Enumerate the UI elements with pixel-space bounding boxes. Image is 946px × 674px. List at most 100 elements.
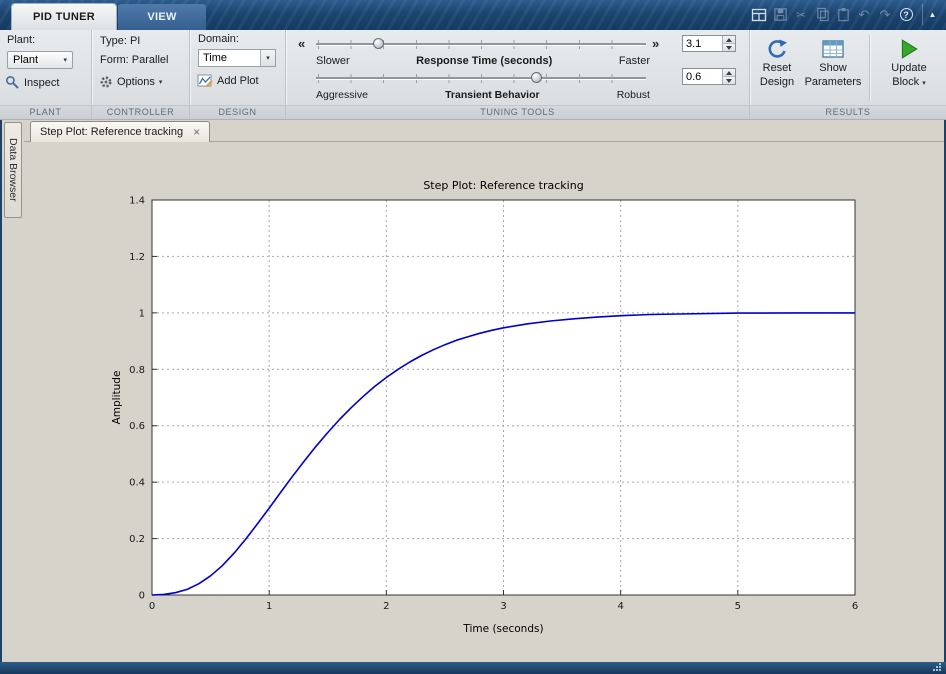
save-button[interactable]: [770, 4, 790, 25]
response-time-increase-button[interactable]: »: [652, 37, 659, 51]
collapse-toolstrip-icon: ▲: [928, 10, 937, 19]
collapse-toolstrip-button[interactable]: ▲: [922, 4, 942, 25]
toolstrip-tabbar: PID TUNER VIEW ✂ ↶ ↷ ? ▲: [0, 0, 946, 30]
section-label-controller: CONTROLLER: [92, 105, 189, 119]
copy-button[interactable]: [812, 4, 832, 25]
layout-icon: [751, 8, 767, 21]
svg-text:3: 3: [500, 601, 506, 612]
options-button[interactable]: Options ▾: [99, 75, 162, 89]
svg-text:1.4: 1.4: [129, 196, 145, 207]
paste-icon: [837, 7, 849, 22]
transient-behavior-slider[interactable]: [316, 71, 646, 86]
svg-text:4: 4: [617, 601, 623, 612]
show-parameters-button[interactable]: Show Parameters: [802, 33, 864, 103]
transient-spin-up[interactable]: [723, 69, 735, 76]
tab-pid-tuner-label: PID TUNER: [33, 11, 95, 23]
section-label-results: RESULTS: [750, 105, 946, 119]
transient-spin-down[interactable]: [723, 76, 735, 84]
section-design: Domain: Time ▾ Add Plot DESIGN: [190, 30, 286, 119]
step-plot-tab[interactable]: Step Plot: Reference tracking ×: [30, 121, 211, 142]
response-time-spin-up[interactable]: [723, 36, 735, 43]
toolstrip-ribbon: Plant: Plant ▾ Inspect PLANT Type: PI Fo…: [0, 30, 946, 120]
svg-text:0: 0: [149, 601, 155, 612]
response-time-input[interactable]: [683, 36, 722, 51]
resize-grip-icon[interactable]: [933, 663, 942, 672]
response-time-slider-thumb[interactable]: [372, 38, 384, 49]
svg-text:1: 1: [266, 601, 272, 612]
tab-view[interactable]: VIEW: [118, 4, 206, 30]
cut-icon: ✂: [795, 7, 807, 22]
form-label: Form:: [100, 54, 129, 66]
close-icon[interactable]: ×: [193, 126, 200, 138]
magnifier-icon: [6, 76, 19, 89]
svg-text:0.4: 0.4: [129, 478, 145, 489]
section-label-tuning-tools: TUNING TOOLS: [286, 105, 749, 119]
paste-button[interactable]: [833, 4, 853, 25]
svg-text:2: 2: [383, 601, 389, 612]
response-time-decrease-button[interactable]: «: [298, 37, 305, 51]
response-time-labels: Slower Response Time (seconds) Faster: [316, 55, 650, 67]
update-block-label-2: Block ▾: [892, 76, 926, 88]
svg-text:6: 6: [852, 601, 858, 612]
step-plot-figure: 0 1 2 3 4 5 6 0 0.2 0.4 0.6 0.8 1 1.2 1.4 Step Plot: Re…: [111, 179, 858, 635]
type-label: Type:: [100, 35, 127, 47]
domain-value: Time: [203, 52, 228, 64]
document-tabbar: Step Plot: Reference tracking ×: [24, 120, 944, 142]
show-parameters-icon: [822, 40, 844, 58]
add-plot-label: Add Plot: [217, 75, 259, 87]
slower-label: Slower: [316, 55, 350, 67]
svg-text:Amplitude: Amplitude: [111, 371, 123, 425]
tab-view-label: VIEW: [147, 11, 177, 23]
cut-button[interactable]: ✂: [791, 4, 811, 25]
quick-access-toolbar: ✂ ↶ ↷ ?: [749, 4, 916, 25]
response-time-slider[interactable]: [316, 37, 646, 52]
svg-text:5: 5: [735, 601, 741, 612]
svg-text:0: 0: [139, 591, 145, 602]
gear-icon: [100, 76, 112, 88]
transient-behavior-title: Transient Behavior: [445, 89, 540, 101]
section-tuning-tools: « » Slower Response Time (seconds) F: [286, 30, 750, 119]
undo-button[interactable]: ↶: [854, 4, 874, 25]
triangle-up-icon: [726, 70, 732, 75]
inspect-button[interactable]: Inspect: [5, 75, 59, 90]
chevron-right-icon: »: [652, 36, 660, 51]
plant-dropdown[interactable]: Plant ▾: [7, 51, 73, 69]
step-plot-tab-label: Step Plot: Reference tracking: [40, 126, 184, 138]
reset-design-label-2: Design: [759, 76, 795, 88]
transient-behavior-spinner: [682, 68, 736, 85]
svg-text:Step Plot: Reference tracking: Step Plot: Reference tracking: [423, 179, 583, 192]
response-time-spin-buttons: [722, 36, 735, 51]
chevron-down-icon: ▾: [260, 50, 275, 66]
document-area: Data Browser Step Plot: Reference tracki…: [0, 120, 946, 662]
svg-text:1.2: 1.2: [129, 252, 145, 263]
layout-button[interactable]: [749, 4, 769, 25]
add-plot-icon: [197, 74, 213, 88]
update-block-button[interactable]: Update Block ▾: [876, 33, 942, 103]
show-parameters-label-2: Parameters: [804, 76, 862, 88]
controller-type-row: Type: PI: [100, 35, 140, 47]
response-time-spin-down[interactable]: [723, 43, 735, 51]
redo-button[interactable]: ↷: [875, 4, 895, 25]
help-icon: ?: [899, 8, 913, 21]
chevron-down-icon: ▾: [922, 80, 926, 87]
options-label: Options: [117, 76, 155, 88]
help-button[interactable]: ?: [896, 4, 916, 25]
plant-field-label: Plant:: [7, 34, 36, 46]
form-value: Parallel: [131, 54, 169, 66]
add-plot-button[interactable]: Add Plot: [197, 74, 259, 88]
domain-label: Domain:: [198, 33, 239, 45]
step-plot-canvas[interactable]: 0 1 2 3 4 5 6 0 0.2 0.4 0.6 0.8 1 1.2 1.4 Step Plot: Re…: [2, 142, 944, 650]
type-value: PI: [129, 35, 141, 47]
robust-label: Robust: [616, 89, 650, 101]
save-icon: [773, 8, 787, 21]
plant-dropdown-value: Plant: [13, 54, 39, 66]
redo-icon: ↷: [879, 6, 891, 22]
domain-combobox[interactable]: Time ▾: [198, 49, 276, 67]
reset-design-button[interactable]: Reset Design: [754, 33, 800, 103]
transient-behavior-input[interactable]: [683, 69, 722, 84]
reset-design-label-1: Reset: [762, 62, 792, 74]
status-bar: [0, 662, 946, 674]
chevron-left-icon: «: [298, 36, 306, 51]
response-time-spinner: [682, 35, 736, 52]
tab-pid-tuner[interactable]: PID TUNER: [12, 4, 116, 30]
